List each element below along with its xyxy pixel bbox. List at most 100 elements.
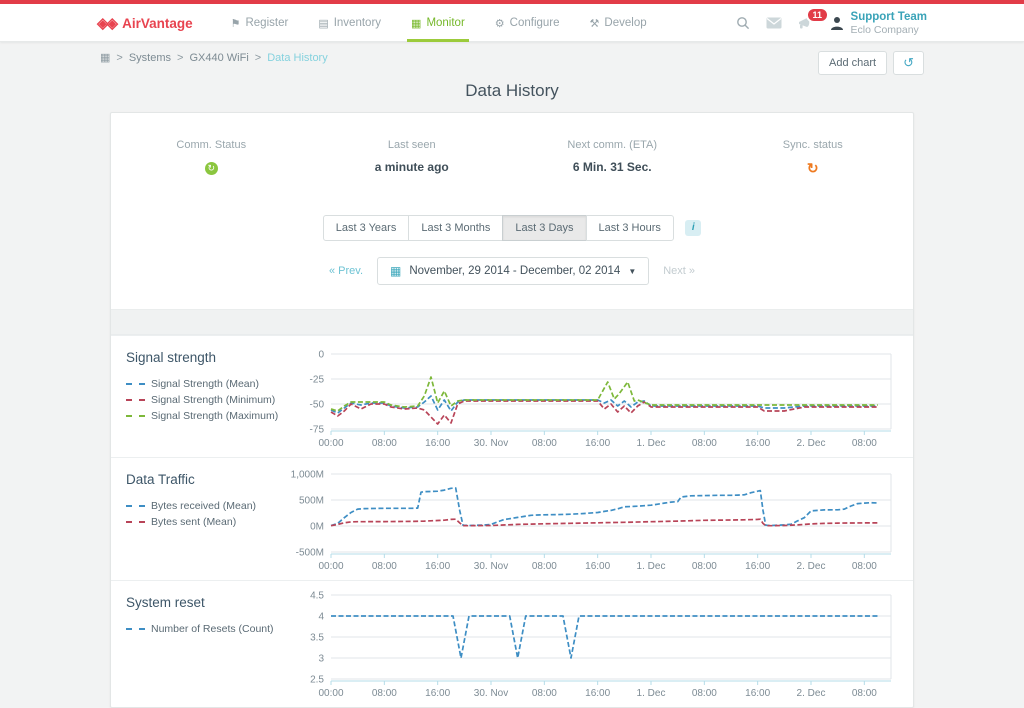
top-navbar: ◈◈ AirVantage ⚑ Register ▤ Inventory ▦ M… bbox=[0, 0, 1024, 42]
notifications-icon[interactable]: 11 bbox=[798, 16, 814, 30]
svg-text:08:00: 08:00 bbox=[692, 438, 717, 449]
legend-dash-icon bbox=[126, 505, 145, 507]
chevron-down-icon: ▼ bbox=[628, 267, 636, 276]
svg-text:16:00: 16:00 bbox=[745, 561, 770, 572]
undo-icon: ↺ bbox=[903, 55, 914, 70]
next-link[interactable]: Next » bbox=[663, 265, 695, 277]
legend-item: Signal Strength (Minimum) bbox=[126, 394, 283, 406]
svg-text:00:00: 00:00 bbox=[318, 438, 343, 449]
messages-icon[interactable] bbox=[766, 17, 782, 29]
svg-text:08:00: 08:00 bbox=[372, 438, 397, 449]
chart-data-traffic: Data Traffic Bytes received (Mean) Bytes … bbox=[111, 457, 913, 580]
legend-label: Signal Strength (Minimum) bbox=[151, 394, 275, 406]
svg-text:0: 0 bbox=[318, 350, 324, 361]
charts-divider bbox=[111, 309, 913, 335]
nav-label: Inventory bbox=[334, 17, 381, 29]
nav-item-configure[interactable]: ⚙ Configure bbox=[495, 4, 560, 42]
svg-text:2. Dec: 2. Dec bbox=[797, 438, 826, 449]
svg-text:16:00: 16:00 bbox=[425, 561, 450, 572]
nav-label: Develop bbox=[604, 17, 646, 29]
range-last-3-days[interactable]: Last 3 Days bbox=[502, 215, 586, 241]
undo-button[interactable]: ↺ bbox=[893, 51, 924, 75]
next-comm-value: 6 Min. 31 Sec. bbox=[512, 160, 713, 174]
range-last-3-hours[interactable]: Last 3 Hours bbox=[586, 215, 674, 241]
legend-label: Bytes received (Mean) bbox=[151, 500, 256, 512]
comm-status-label: Comm. Status bbox=[111, 139, 312, 151]
svg-text:00:00: 00:00 bbox=[318, 561, 343, 572]
svg-text:4: 4 bbox=[318, 612, 324, 623]
date-range-picker[interactable]: ▦ November, 29 2014 - December, 02 2014 … bbox=[377, 257, 649, 285]
svg-text:4.5: 4.5 bbox=[310, 591, 324, 602]
svg-text:16:00: 16:00 bbox=[425, 438, 450, 449]
chart-title: System reset bbox=[126, 595, 283, 610]
chart-legend: Number of Resets (Count) bbox=[126, 623, 283, 635]
svg-text:16:00: 16:00 bbox=[745, 688, 770, 699]
nav-label: Configure bbox=[510, 17, 560, 29]
breadcrumb-current: Data History bbox=[267, 52, 328, 64]
svg-text:2.5: 2.5 bbox=[310, 675, 324, 686]
svg-text:-50: -50 bbox=[310, 400, 325, 411]
breadcrumb-systems[interactable]: Systems bbox=[129, 52, 171, 64]
legend-dash-icon bbox=[126, 628, 145, 630]
svg-text:30. Nov: 30. Nov bbox=[474, 561, 508, 572]
sync-status-icon: ↻ bbox=[807, 160, 819, 176]
user-menu[interactable]: Support Team Eclo Company bbox=[830, 10, 927, 37]
airvantage-logo[interactable]: ◈◈ AirVantage bbox=[97, 14, 193, 32]
user-avatar-icon bbox=[830, 16, 844, 31]
date-range-value: November, 29 2014 - December, 02 2014 bbox=[409, 265, 620, 277]
breadcrumb-separator: > bbox=[255, 52, 261, 64]
svg-text:16:00: 16:00 bbox=[585, 561, 610, 572]
svg-text:-500M: -500M bbox=[296, 548, 324, 559]
sub-header: ▦ > Systems > GX440 WiFi > Data History … bbox=[100, 42, 924, 75]
user-company: Eclo Company bbox=[851, 24, 927, 37]
svg-text:08:00: 08:00 bbox=[852, 561, 877, 572]
svg-text:08:00: 08:00 bbox=[852, 688, 877, 699]
svg-text:1. Dec: 1. Dec bbox=[637, 438, 666, 449]
breadcrumb-separator: > bbox=[177, 52, 183, 64]
nav-item-register[interactable]: ⚑ Register bbox=[231, 4, 289, 42]
svg-text:16:00: 16:00 bbox=[745, 438, 770, 449]
chart-signal-strength: Signal strength Signal Strength (Mean)Si… bbox=[111, 335, 913, 457]
info-icon[interactable]: i bbox=[685, 220, 701, 236]
svg-text:1. Dec: 1. Dec bbox=[637, 688, 666, 699]
nav-label: Monitor bbox=[426, 17, 464, 29]
systems-grid-icon[interactable]: ▦ bbox=[100, 51, 110, 64]
prev-link[interactable]: « Prev. bbox=[329, 265, 363, 277]
chart-legend: Signal Strength (Mean) Signal Strength (M… bbox=[126, 378, 283, 422]
svg-text:08:00: 08:00 bbox=[852, 438, 877, 449]
last-seen-label: Last seen bbox=[312, 139, 513, 151]
data-history-panel: Comm. Status ↻ Last seen a minute ago Ne… bbox=[110, 112, 914, 708]
svg-text:16:00: 16:00 bbox=[425, 688, 450, 699]
airvantage-logo-icon: ◈◈ bbox=[97, 14, 116, 32]
nav-item-monitor[interactable]: ▦ Monitor bbox=[411, 4, 465, 42]
legend-dash-icon bbox=[126, 415, 145, 417]
chart-title: Data Traffic bbox=[126, 472, 283, 487]
add-chart-button[interactable]: Add chart bbox=[818, 51, 887, 75]
nav-item-develop[interactable]: ⚒ Develop bbox=[590, 4, 647, 42]
flag-icon: ⚑ bbox=[231, 17, 241, 30]
svg-text:2. Dec: 2. Dec bbox=[797, 688, 826, 699]
nav-item-inventory[interactable]: ▤ Inventory bbox=[318, 4, 381, 42]
range-last-3-months[interactable]: Last 3 Months bbox=[408, 215, 503, 241]
gear-icon: ⚙ bbox=[495, 17, 505, 30]
date-navigation: « Prev. ▦ November, 29 2014 - December, … bbox=[111, 247, 913, 309]
search-icon[interactable] bbox=[736, 16, 750, 30]
svg-text:16:00: 16:00 bbox=[585, 438, 610, 449]
breadcrumb-system[interactable]: GX440 WiFi bbox=[189, 52, 248, 64]
svg-text:08:00: 08:00 bbox=[692, 688, 717, 699]
legend-label: Number of Resets (Count) bbox=[151, 623, 274, 635]
svg-text:08:00: 08:00 bbox=[372, 688, 397, 699]
last-seen-value: a minute ago bbox=[312, 160, 513, 174]
status-row: Comm. Status ↻ Last seen a minute ago Ne… bbox=[111, 113, 913, 187]
system-reset-plot: 4.543.532.500:0008:0016:0030. Nov08:0016… bbox=[283, 585, 911, 707]
svg-text:16:00: 16:00 bbox=[585, 688, 610, 699]
tools-icon: ⚒ bbox=[590, 17, 600, 30]
svg-text:00:00: 00:00 bbox=[318, 688, 343, 699]
chart-title: Signal strength bbox=[126, 350, 283, 365]
legend-item: Bytes sent (Mean) bbox=[126, 516, 283, 528]
sync-status-label: Sync. status bbox=[713, 139, 914, 151]
legend-item: Signal Strength (Mean) bbox=[126, 378, 283, 390]
range-last-3-years[interactable]: Last 3 Years bbox=[323, 215, 410, 241]
svg-text:3: 3 bbox=[318, 654, 324, 665]
svg-text:500M: 500M bbox=[299, 496, 324, 507]
